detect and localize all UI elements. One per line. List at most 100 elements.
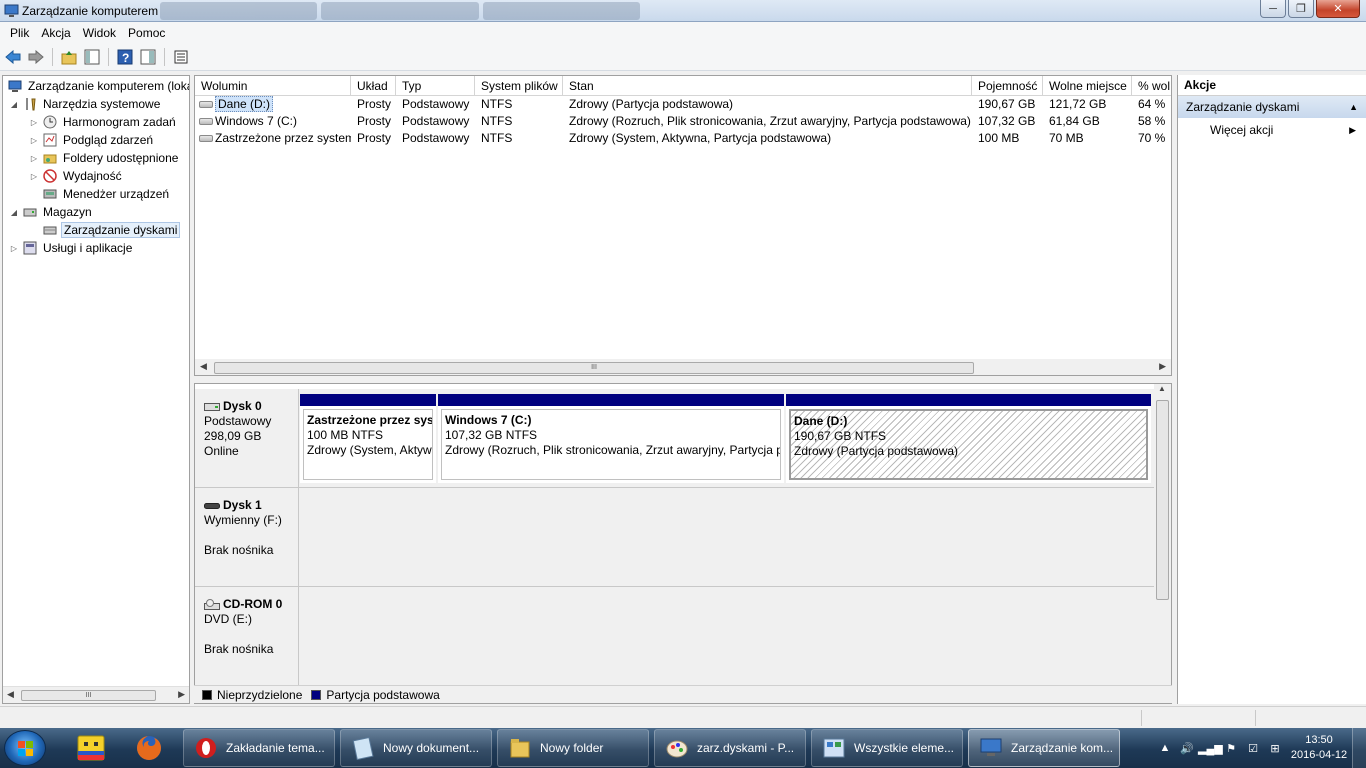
partition-details: Zastrzeżone przez sys 100 MB NTFS Zdrowy…: [303, 409, 433, 480]
tree-item-computer-management[interactable]: Zarządzanie komputerem (loka: [7, 77, 189, 95]
toolbar-separator: [108, 48, 109, 66]
tree-horizontal-scrollbar[interactable]: ◀ III ▶: [3, 686, 189, 703]
tree-item-task-scheduler[interactable]: ▷ Harmonogram zadań: [29, 113, 178, 131]
column-header-type[interactable]: Typ: [396, 76, 475, 96]
opera-icon: [194, 736, 218, 760]
taskbar-task-folder[interactable]: Nowy folder: [497, 729, 649, 767]
taskbar-task-notepad[interactable]: Nowy dokument...: [340, 729, 492, 767]
computer-management-icon: [4, 3, 19, 18]
more-actions-item[interactable]: Więcej akcji ▶: [1178, 118, 1366, 142]
pinned-app-button[interactable]: [64, 730, 118, 766]
disk-partitions-area: Zastrzeżone przez sys 100 MB NTFS Zdrowy…: [299, 389, 1155, 487]
firefox-button[interactable]: [122, 730, 176, 766]
tree-item-disk-management[interactable]: Zarządzanie dyskami: [42, 221, 181, 239]
properties-button[interactable]: [171, 47, 191, 67]
actions-section-disk-management[interactable]: Zarządzanie dyskami ▲: [1178, 96, 1366, 118]
partition-windows-c[interactable]: Windows 7 (C:) 107,32 GB NTFS Zdrowy (Ro…: [438, 394, 784, 483]
tree-item-performance[interactable]: ▷ Wydajność: [29, 167, 124, 185]
help-button[interactable]: ?: [115, 47, 135, 67]
up-folder-button[interactable]: [59, 47, 79, 67]
disk-map-vertical-scrollbar[interactable]: ▲ ▼: [1154, 384, 1171, 703]
table-row[interactable]: Windows 7 (C:) Prosty Podstawowy NTFS Zd…: [195, 113, 1171, 130]
taskbar-task-control-panel[interactable]: Wszystkie eleme...: [811, 729, 963, 767]
background-window-tabs: [160, 2, 640, 20]
back-button[interactable]: [3, 47, 23, 67]
forward-button[interactable]: [26, 47, 46, 67]
column-header-filesystem[interactable]: System plików: [475, 76, 563, 96]
column-header-percent-free[interactable]: % wol: [1132, 76, 1171, 96]
tree-item-shared-folders[interactable]: ▷ Foldery udostępnione: [29, 149, 180, 167]
disk-row-cdrom-0[interactable]: CD-ROM 0 DVD (E:) Brak nośnika: [195, 587, 1155, 687]
volume-name: Zastrzeżone przez system: [215, 131, 351, 145]
table-row[interactable]: Zastrzeżone przez system Prosty Podstawo…: [195, 130, 1171, 147]
disk-label[interactable]: CD-ROM 0 DVD (E:) Brak nośnika: [195, 587, 299, 687]
expand-arrow-icon[interactable]: ▷: [29, 172, 39, 181]
maximize-button[interactable]: ❐: [1288, 0, 1314, 18]
tree-item-storage[interactable]: ◢ Magazyn: [9, 203, 94, 221]
column-header-volume[interactable]: Wolumin: [195, 76, 351, 96]
filesystem-cell: NTFS: [481, 97, 513, 111]
volume-name-cell: Windows 7 (C:): [195, 113, 351, 130]
volume-list-horizontal-scrollbar[interactable]: ◀ III ▶: [195, 359, 1171, 375]
scroll-up-icon[interactable]: ▲: [1158, 384, 1166, 393]
disk-label[interactable]: Dysk 0 Podstawowy 298,09 GB Online: [195, 389, 299, 487]
scroll-left-icon[interactable]: ◀: [7, 689, 14, 700]
expand-arrow-icon[interactable]: ▷: [29, 118, 39, 127]
expand-arrow-icon[interactable]: ▷: [29, 136, 39, 145]
close-button[interactable]: ✕: [1316, 0, 1360, 18]
action-center-icon[interactable]: ⚑: [1220, 742, 1242, 755]
show-hidden-icons-icon[interactable]: ▲: [1154, 742, 1176, 754]
scroll-right-icon[interactable]: ▶: [178, 689, 185, 700]
scroll-thumb[interactable]: III: [214, 362, 974, 374]
disk-type: Podstawowy: [204, 414, 272, 428]
taskbar-task-computer-management[interactable]: Zarządzanie kom...: [968, 729, 1120, 767]
column-header-layout[interactable]: Układ: [351, 76, 396, 96]
column-header-free-space[interactable]: Wolne miejsce: [1043, 76, 1132, 96]
menu-help[interactable]: Pomoc: [122, 26, 171, 40]
expand-arrow-icon[interactable]: ▷: [9, 244, 19, 253]
collapse-up-icon[interactable]: ▲: [1349, 96, 1358, 118]
tree-item-services-apps[interactable]: ▷ Usługi i aplikacje: [9, 239, 134, 257]
scroll-left-icon[interactable]: ◀: [200, 361, 207, 372]
toolbar-separator: [164, 48, 165, 66]
menu-action[interactable]: Akcja: [35, 26, 76, 40]
settings-checkbox-icon[interactable]: ☑: [1242, 742, 1264, 755]
disk-label[interactable]: Dysk 1 Wymienny (F:) Brak nośnika: [195, 488, 299, 586]
system-tray: ▲ 🔊 ▂▄▆ ⚑ ☑ ⊞ 13:50 2016-04-12: [1154, 728, 1366, 768]
disk-type: DVD (E:): [204, 612, 252, 626]
menu-view[interactable]: Widok: [77, 26, 122, 40]
taskbar-task-paint[interactable]: zarz.dyskami - P...: [654, 729, 806, 767]
disk-row-disk-0[interactable]: Dysk 0 Podstawowy 298,09 GB Online Zastr…: [195, 389, 1155, 488]
taskbar-task-opera[interactable]: Zakładanie tema...: [183, 729, 335, 767]
expand-arrow-icon[interactable]: ▷: [29, 154, 39, 163]
menu-file[interactable]: Plik: [4, 26, 35, 40]
tree-item-system-tools[interactable]: ◢ Narzędzia systemowe: [9, 95, 162, 113]
column-header-status[interactable]: Stan: [563, 76, 972, 96]
show-actions-button[interactable]: [138, 47, 158, 67]
layout-cell: Prosty: [357, 97, 392, 111]
disk-row-disk-1[interactable]: Dysk 1 Wymienny (F:) Brak nośnika: [195, 488, 1155, 587]
show-tree-button[interactable]: [82, 47, 102, 67]
network-signal-icon[interactable]: ▂▄▆: [1198, 742, 1223, 755]
removable-disk-icon: [204, 502, 220, 509]
tree-item-device-manager[interactable]: Menedżer urządzeń: [42, 185, 171, 203]
show-desktop-button[interactable]: [1352, 728, 1366, 768]
status-bar: [0, 706, 1366, 728]
device-manager-icon: [42, 186, 58, 202]
collapse-arrow-icon[interactable]: ◢: [9, 100, 19, 109]
scroll-thumb[interactable]: [1156, 400, 1169, 600]
table-row[interactable]: Dane (D:) Prosty Podstawowy NTFS Zdrowy …: [195, 96, 1171, 113]
column-header-capacity[interactable]: Pojemność: [972, 76, 1043, 96]
partition-details: Dane (D:) 190,67 GB NTFS Zdrowy (Partycj…: [789, 409, 1148, 480]
scroll-thumb[interactable]: III: [21, 690, 156, 701]
tree-item-event-viewer[interactable]: ▷ Podgląd zdarzeń: [29, 131, 155, 149]
minimize-button[interactable]: ─: [1260, 0, 1286, 18]
scroll-right-icon[interactable]: ▶: [1159, 361, 1166, 372]
volume-icon[interactable]: 🔊: [1176, 742, 1198, 755]
start-button[interactable]: [4, 730, 46, 766]
clock[interactable]: 13:50 2016-04-12: [1286, 733, 1352, 763]
collapse-arrow-icon[interactable]: ◢: [9, 208, 19, 217]
windows-flag-icon[interactable]: ⊞: [1264, 742, 1286, 755]
partition-system-reserved[interactable]: Zastrzeżone przez sys 100 MB NTFS Zdrowy…: [300, 394, 436, 483]
partition-data-d[interactable]: Dane (D:) 190,67 GB NTFS Zdrowy (Partycj…: [786, 394, 1151, 483]
